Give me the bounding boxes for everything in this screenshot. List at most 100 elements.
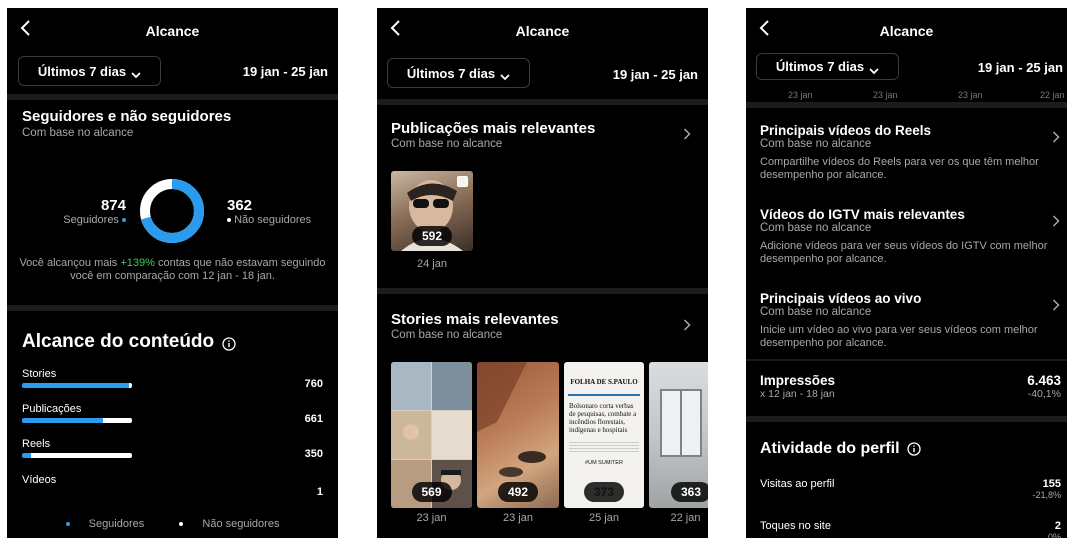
live-title: Principais vídeos ao vivo [760,291,922,306]
date-range-label: Últimos 7 dias [775,59,865,74]
section-divider [377,288,708,294]
date-range-dropdown[interactable]: Últimos 7 dias [756,53,899,80]
non-followers-bar [129,383,132,388]
impressions-label: Impressões [760,373,836,388]
axis-label: 23 jan [958,90,983,100]
impressions-block: Impressões x 12 jan - 18 jan [760,373,835,400]
content-row-label: Vídeos [22,474,57,486]
impressions-sub: x 12 jan - 18 jan [760,388,835,400]
followers-stat: 874 Seguidores [63,197,126,226]
page-title: Alcance [879,23,934,39]
chevron-right-icon[interactable] [1052,214,1060,227]
followers-donut-chart [140,179,204,243]
story-thumbnail[interactable]: 569 [391,362,472,508]
note-prefix: Você alcançou mais [19,257,121,269]
non-followers-bar [31,453,132,458]
content-row-label: Publicações [22,403,82,415]
reels-description: Compartilhe vídeos do Reels para ver os … [760,156,1039,181]
newspaper-body-lines [569,442,639,454]
content-row-publicacoes: Publicações 661 [22,403,323,439]
live-description: Inicie um vídeo ao vivo para ver seus ví… [760,324,1038,349]
info-icon[interactable] [222,335,236,351]
section-divider [746,102,1067,108]
reach-badge: 592 [412,226,452,246]
chevron-down-icon [131,67,141,79]
content-row-bars [22,453,132,458]
info-icon[interactable] [906,442,921,456]
date-range-dropdown[interactable]: Últimos 7 dias [387,58,530,88]
screen-seguidores: Alcance Últimos 7 dias 19 jan - 25 jan S… [7,8,338,538]
date-range-label: Últimos 7 dias [406,65,496,81]
reels-section[interactable]: Principais vídeos do Reels Com base no a… [760,123,1053,182]
reach-badge: 373 [584,482,624,502]
top-bar: Alcance [746,8,1067,52]
content-row-label: Reels [22,438,51,450]
activity-row-value: 155 [1042,478,1061,490]
followers-label: Seguidores [63,214,119,226]
activity-row-value: 2 [1054,520,1061,532]
newspaper-rule [568,394,640,396]
top-stories-title[interactable]: Stories mais relevantes [391,311,559,328]
newspaper-masthead: FOLHA DE S.PAULO [570,378,638,386]
content-row-value: 760 [304,378,323,390]
story-date: 22 jan [670,512,701,524]
non-followers-value: 362 [227,197,253,214]
date-range-text: 19 jan - 25 jan [242,64,328,79]
top-stories-subtitle: Com base no alcance [391,329,503,341]
followers-bar [22,418,103,423]
section-subtitle: Com base no alcance [22,127,134,139]
story-date: 25 jan [589,512,619,524]
followers-value: 874 [100,197,126,214]
reach-badge: 492 [498,482,538,502]
legend-followers: Seguidores [88,518,145,530]
chevron-right-icon[interactable] [1052,298,1060,311]
date-range-text: 19 jan - 25 jan [612,67,698,82]
reach-badge: 363 [671,482,708,502]
axis-label: 22 jan [1040,90,1065,100]
non-followers-label: Não seguidores [234,214,312,226]
content-reach-title: Alcance do conteúdo [22,331,236,353]
activity-row-label: Toques no site [760,520,831,532]
chevron-right-icon[interactable] [1052,130,1060,143]
section-divider [746,416,1067,422]
live-section[interactable]: Principais vídeos ao vivo Com base no al… [760,291,1053,350]
story-date: 23 jan [503,512,533,524]
post-thumbnail[interactable]: 592 [391,171,473,251]
top-posts-title[interactable]: Publicações mais relevantes [391,120,595,137]
section-divider [746,359,1067,361]
live-subtitle: Com base no alcance [760,306,872,318]
chevron-right-icon[interactable] [683,127,691,140]
chart-legend: Seguidores Não seguidores [7,518,338,530]
chevron-down-icon [500,69,510,81]
page-title: Alcance [145,23,200,39]
content-row-label: Stories [22,368,57,380]
followers-bar [22,383,129,388]
date-range-dropdown[interactable]: Últimos 7 dias [18,56,161,86]
content-row-value: 661 [304,413,323,425]
story-thumbnail[interactable]: 363 [649,362,708,508]
followers-bar [22,453,31,458]
impressions-value-block: 6.463 -40,1% [1027,373,1061,400]
activity-row-change: 0% [1047,532,1061,538]
impressions-change: -40,1% [1027,388,1061,400]
reels-title: Principais vídeos do Reels [760,123,932,138]
non-followers-bar [103,418,132,423]
igtv-section[interactable]: Vídeos do IGTV mais relevantes Com base … [760,207,1053,266]
non-followers-dot [227,218,231,223]
reach-comparison-note: Você alcançou mais +139% contas que não … [17,257,328,283]
story-thumbnail[interactable]: FOLHA DE S.PAULO Bolsonaro corta verbas … [564,362,644,508]
screen-profile-activity: Alcance Últimos 7 dias 19 jan - 25 jan 2… [746,8,1067,538]
section-title: Seguidores e não seguidores [22,108,232,125]
igtv-title: Vídeos do IGTV mais relevantes [760,207,965,222]
story-thumbnail[interactable]: 492 [477,362,559,508]
non-followers-stat: 362 Não seguidores [227,197,311,226]
igtv-description: Adicione vídeos para ver seus vídeos do … [760,240,1048,265]
chevron-right-icon[interactable] [683,318,691,331]
newspaper-headline: Bolsonaro corta verbas de pesquisas, com… [569,402,637,434]
top-bar: Alcance [7,8,338,52]
carousel-icon [457,176,468,187]
story-date: 23 jan [416,512,447,524]
screen-relevant-content: Alcance Últimos 7 dias 19 jan - 25 jan P… [377,8,708,538]
post-date: 24 jan [417,258,447,270]
reach-badge: 569 [411,482,452,502]
